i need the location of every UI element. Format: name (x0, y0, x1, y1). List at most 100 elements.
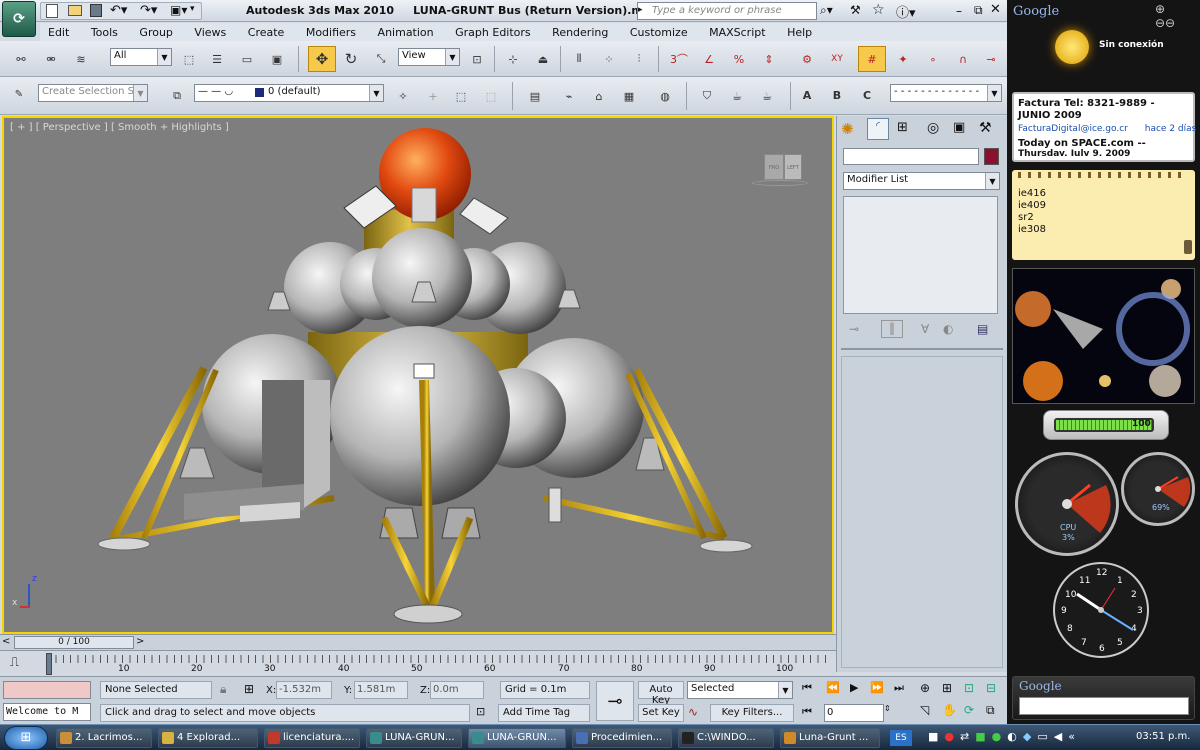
slideshow-gadget[interactable] (1012, 268, 1195, 404)
reference-coordinate-dropdown[interactable]: View ▼ (398, 48, 460, 66)
mail-gadget[interactable]: Factura Tel: 8321-9889 - JUNIO 2009 Fact… (1012, 92, 1196, 162)
menu-rendering[interactable]: Rendering (552, 26, 608, 39)
bind-spacewarp-icon[interactable]: ≋ (70, 48, 92, 70)
tray-battery-icon[interactable]: ▭ (1037, 730, 1047, 746)
zoom-extents-icon[interactable]: ⊡ (964, 681, 974, 695)
time-config-icon[interactable]: ⇕ (884, 704, 896, 722)
modifier-stack[interactable] (843, 196, 998, 314)
object-color-swatch[interactable] (984, 148, 999, 165)
zoom-extents-all-icon[interactable]: ⊟ (986, 681, 996, 695)
set-key-mode-button[interactable]: ⊸ (596, 681, 634, 721)
notes-gadget[interactable]: ie416 ie409 sr2 ie308 (1012, 170, 1195, 260)
restore-button[interactable]: ⧉ (974, 3, 983, 18)
taskbar-item-3[interactable]: licenciatura.... (264, 728, 360, 748)
teapot-c-icon[interactable]: C (856, 84, 878, 106)
communication-icon[interactable]: ⚒ (850, 3, 861, 17)
edit-named-sets-icon[interactable]: ✎ (8, 83, 30, 105)
rendered-frame-icon[interactable]: ☕ (726, 85, 748, 107)
x-coordinate-field[interactable]: -1.532m (276, 681, 332, 699)
menu-tools[interactable]: Tools (91, 26, 118, 39)
menu-maxscript[interactable]: MAXScript (709, 26, 765, 39)
menu-customize[interactable]: Customize (630, 26, 688, 39)
set-key-button[interactable]: Set Key (638, 704, 684, 722)
zoom-icon[interactable]: ⊕ (920, 681, 930, 695)
notes-text[interactable]: ie416 ie409 sr2 ie308 (1018, 188, 1046, 236)
show-end-result-icon[interactable]: ‖ (881, 320, 903, 338)
scene-explorer-icon[interactable]: ▤ (524, 85, 546, 107)
current-frame-field[interactable]: 0 (824, 704, 884, 722)
notes-scroll[interactable] (1184, 240, 1192, 254)
taskbar-item-7[interactable]: C:\WINDO... (678, 728, 774, 748)
minimize-button[interactable]: – (956, 4, 962, 18)
taskbar-item-2[interactable]: 4 Explorad... (158, 728, 258, 748)
percent-snap-icon[interactable]: % (728, 48, 750, 70)
mirror-icon[interactable]: ⫴ (568, 48, 590, 70)
qat-dropdown-icon[interactable]: ▾ (190, 4, 195, 14)
google-search-input[interactable] (1019, 697, 1189, 715)
unlink-icon[interactable]: ⚮ (40, 48, 62, 70)
set-current-layer-icon[interactable]: ⬚ (480, 85, 502, 107)
new-layer-icon[interactable]: ✧ (392, 85, 414, 107)
align-icon[interactable]: ⫶ (628, 48, 650, 70)
tray-antivirus-icon[interactable]: ● (944, 730, 954, 746)
save-file-icon[interactable] (90, 4, 102, 17)
maximize-viewport-icon[interactable]: ⧉ (986, 703, 995, 718)
taskbar-item-5[interactable]: LUNA-GRUN... (468, 728, 566, 748)
taskbar-clock[interactable]: 03:51 p.m. (1136, 731, 1190, 742)
close-button[interactable]: ✕ (990, 2, 1001, 17)
zoom-all-icon[interactable]: ⊞ (942, 681, 952, 695)
select-by-name-icon[interactable]: ☰ (206, 48, 228, 70)
y-coordinate-field[interactable]: 1.581m (354, 681, 408, 699)
vertex-snap-icon[interactable]: ∘ (922, 48, 944, 70)
curve-icon[interactable]: ∿ (688, 705, 698, 719)
go-to-end-icon[interactable]: ⏭ (894, 681, 904, 695)
app-logo-icon[interactable]: ⟳ (2, 1, 36, 37)
menu-edit[interactable]: Edit (48, 26, 69, 39)
cpu-gauge[interactable]: CPU 3% (1015, 452, 1119, 556)
key-filters-button[interactable]: Key Filters... (710, 704, 794, 722)
layer-manager-icon[interactable]: ⧉ (166, 85, 188, 107)
modifier-list-dropdown[interactable]: Modifier List ▼ (843, 172, 1000, 190)
render-production-icon[interactable]: ☕ (756, 85, 778, 107)
menu-help[interactable]: Help (787, 26, 812, 39)
project-folder-icon[interactable]: ▣▾ (170, 3, 187, 17)
material-editor-icon[interactable]: ▦ (618, 85, 640, 107)
pivot-center-icon[interactable]: ⊡ (466, 48, 488, 70)
utilities-tab-icon[interactable]: ⚒ (979, 120, 992, 136)
display-tab-icon[interactable]: ▣ (953, 120, 965, 135)
new-file-icon[interactable] (46, 4, 58, 18)
menu-animation[interactable]: Animation (378, 26, 434, 39)
motion-tab-icon[interactable]: ◎ (927, 120, 939, 136)
menu-group[interactable]: Group (139, 26, 173, 39)
auto-key-button[interactable]: Auto Key (638, 681, 684, 706)
mail-sender[interactable]: FacturaDigital@ice.go.cr (1018, 124, 1128, 134)
play-icon[interactable]: ▶ (850, 681, 858, 694)
select-and-rotate-icon[interactable]: ↻ (340, 48, 362, 70)
time-tag-icon[interactable]: ⊡ (476, 705, 485, 718)
add-to-layer-icon[interactable]: + (422, 85, 444, 107)
sidebar-controls[interactable]: ⊕ ⊖⊖ (1155, 2, 1195, 42)
tray-arrow-icon[interactable]: « (1068, 730, 1075, 746)
tray-app-icon[interactable]: ■ (928, 730, 938, 746)
angle-snap-icon[interactable]: ∠ (698, 48, 720, 70)
window-crossing-icon[interactable]: ▣ (266, 48, 288, 70)
battery-gadget[interactable]: 100 (1043, 410, 1169, 440)
taskbar-item-4[interactable]: LUNA-GRUN... (366, 728, 462, 748)
orbit-icon[interactable]: ⟳ (964, 703, 974, 717)
rect-region-icon[interactable]: ▭ (236, 48, 258, 70)
taskbar-item-8[interactable]: Luna-Grunt ... (780, 728, 880, 748)
layer-dropdown[interactable]: — — ◡ 0 (default) ▼ (194, 84, 384, 102)
xy-constraint-icon[interactable]: XY (826, 48, 848, 70)
z-coordinate-field[interactable]: 0.0m (430, 681, 484, 699)
create-tab-icon[interactable]: ✺ (841, 120, 854, 138)
add-time-tag-button[interactable]: Add Time Tag (498, 704, 590, 722)
track-bar[interactable]: ⎍ 10 20 30 40 50 60 70 80 90 100 (0, 650, 836, 676)
select-and-scale-icon[interactable]: ⤡ (370, 48, 392, 70)
time-slider-thumb[interactable]: 0 / 100 (14, 636, 134, 649)
track-cursor[interactable] (46, 653, 52, 675)
binoculars-icon[interactable]: ⌕▾ (820, 3, 833, 18)
news-title[interactable]: Today on SPACE.com -- (1018, 138, 1189, 149)
tray-shield-icon[interactable]: ◆ (1023, 730, 1031, 746)
grid-snap-icon[interactable]: # (858, 46, 886, 72)
selection-lock-icon[interactable]: 🔒︎ (220, 682, 226, 697)
